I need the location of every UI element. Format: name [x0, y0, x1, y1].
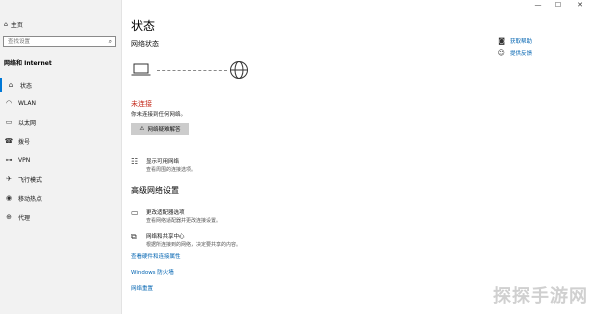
sidebar-item-label: VPN [18, 156, 31, 164]
feedback-label: 提供反馈 [509, 51, 532, 57]
home-icon: ⌂ [4, 21, 8, 28]
section-title: 网络和 Internet [4, 60, 52, 67]
network-reset-link[interactable]: 网络重置 [131, 284, 153, 292]
change-adapter-desc: 查看网络适配器并更改连接设置。 [146, 218, 222, 224]
sidebar-item-label: 拨号 [18, 138, 31, 146]
chat-help-icon: ◙ [498, 37, 505, 45]
show-networks-desc: 查看周围的连接选项。 [146, 167, 197, 173]
sidebar-item-vpn[interactable]: ⊶ VPN [0, 153, 121, 167]
sidebar-item-ethernet[interactable]: ▭ 以太网 [0, 115, 121, 129]
show-networks-link[interactable]: ☷ 显示可用网络 查看周围的连接选项。 [131, 157, 196, 173]
sidebar-item-hotspot[interactable]: ◉ 移动热点 [0, 191, 121, 205]
watermark: 探探手游网 [493, 286, 588, 307]
feedback-icon: ☺ [497, 49, 505, 57]
connection-line [157, 70, 227, 71]
sidebar-item-airplane[interactable]: ✈ 飞行模式 [0, 172, 121, 186]
troubleshoot-label: 网络疑难解答 [147, 127, 181, 133]
sharing-center-title: 网络和共享中心 [146, 234, 185, 240]
network-list-icon: ☷ [131, 157, 139, 166]
troubleshoot-button[interactable]: ⚠ 网络疑难解答 [131, 123, 189, 135]
dialup-icon: ☎ [4, 137, 14, 145]
search-box[interactable]: ⌕ [3, 36, 116, 47]
advanced-settings-heading: 高级网络设置 [131, 186, 179, 195]
change-adapter-title: 更改适配器选项 [146, 210, 185, 216]
network-diagram [131, 58, 261, 82]
sidebar-item-status[interactable]: ⌂ 状态 [0, 78, 121, 92]
show-networks-title: 显示可用网络 [146, 159, 180, 165]
internet-globe-icon [230, 61, 248, 79]
main-panel: 状态 网络状态 未连接 你未连接到任何网络。 ⚠ 网络疑难解答 ☷ 显示可用网络… [121, 0, 594, 314]
sidebar-item-label: 以太网 [18, 119, 37, 127]
sidebar-item-dialup[interactable]: ☎ 拨号 [0, 134, 121, 148]
connection-status: 未连接 [131, 100, 152, 108]
sidebar-item-label: 移动热点 [18, 195, 43, 203]
page-title: 状态 [131, 19, 156, 33]
sidebar-item-proxy[interactable]: ⊕ 代理 [0, 210, 121, 224]
wifi-icon: ◠ [5, 99, 13, 107]
get-help-link[interactable]: ◙ 获取帮助 [498, 37, 532, 45]
sidebar-item-wlan[interactable]: ◠ WLAN [0, 96, 121, 110]
vpn-icon: ⊶ [5, 156, 13, 164]
home-link[interactable]: ⌂ 主页 [4, 20, 23, 29]
sidebar: ⌂ 主页 ⌕ 网络和 Internet ⌂ 状态 ◠ WLAN ▭ 以太网 ☎ … [0, 0, 122, 314]
search-icon[interactable]: ⌕ [109, 37, 112, 46]
feedback-link[interactable]: ☺ 提供反馈 [498, 49, 532, 57]
globe-icon: ⊕ [6, 213, 12, 221]
hotspot-icon: ◉ [5, 194, 13, 202]
sidebar-item-label: WLAN [18, 99, 37, 107]
sharing-icon: ⧉ [131, 232, 137, 241]
monitor-icon: ▭ [131, 208, 139, 217]
sidebar-item-label: 飞行模式 [18, 176, 43, 184]
laptop-icon [131, 63, 151, 76]
change-adapter-link[interactable]: ▭ 更改适配器选项 查看网络适配器并更改连接设置。 [131, 208, 221, 224]
sidebar-item-label: 状态 [20, 82, 33, 90]
airplane-icon: ✈ [6, 175, 12, 183]
firewall-link[interactable]: Windows 防火墙 [131, 268, 174, 276]
warning-icon: ⚠ [139, 126, 145, 132]
home-status-icon: ⌂ [8, 81, 14, 89]
hardware-properties-link[interactable]: 查看硬件和连接属性 [131, 252, 181, 260]
network-status-heading: 网络状态 [131, 40, 159, 48]
home-label: 主页 [10, 22, 23, 29]
sharing-center-desc: 根据所连接到的网络，决定要共享的内容。 [146, 242, 242, 248]
search-input[interactable] [4, 37, 100, 46]
status-description: 你未连接到任何网络。 [131, 112, 187, 118]
sharing-center-link[interactable]: ⧉ 网络和共享中心 根据所连接到的网络，决定要共享的内容。 [131, 232, 241, 248]
ethernet-icon: ▭ [5, 118, 13, 126]
sidebar-item-label: 代理 [18, 214, 31, 222]
get-help-label: 获取帮助 [509, 39, 532, 45]
